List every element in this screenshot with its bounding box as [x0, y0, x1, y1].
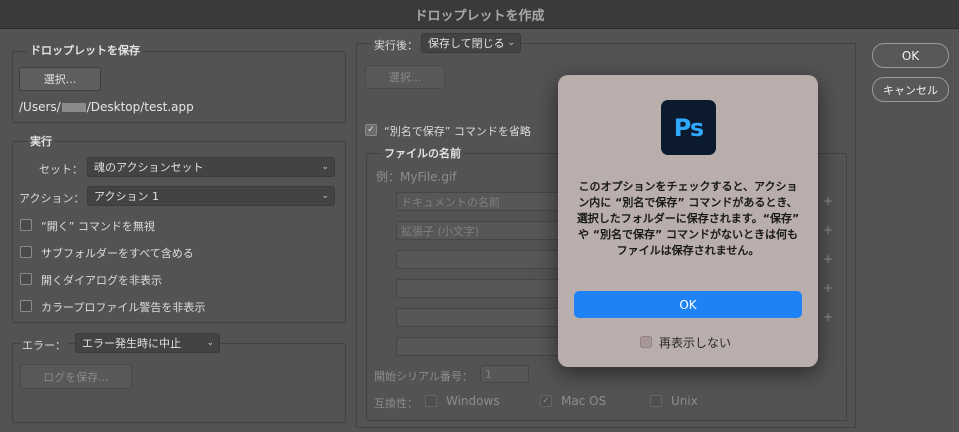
error-label: エラー： — [20, 337, 68, 353]
naming-field-3[interactable] — [396, 250, 560, 269]
after-run-select[interactable]: 保存して閉じる ⌄ — [421, 33, 521, 53]
file-naming-example: 例：MyFile.gif — [376, 170, 457, 184]
set-label: セット： — [39, 163, 83, 176]
suppress-color-warning-checkbox[interactable] — [20, 300, 32, 312]
action-select[interactable]: アクション 1 ⌄ — [87, 186, 335, 206]
alert-ok-button[interactable]: OK — [574, 291, 802, 318]
after-run-label: 実行後： — [372, 37, 420, 53]
compat-macos-label: Mac OS — [561, 394, 607, 408]
save-droplet-title: ドロップレットを保存 — [28, 42, 142, 58]
set-value: 魂のアクションセット — [94, 161, 204, 174]
ok-button[interactable]: OK — [872, 43, 949, 68]
serial-input[interactable]: 1 — [480, 365, 529, 383]
checkmark-icon: ✓ — [542, 396, 550, 406]
cancel-button[interactable]: キャンセル — [872, 77, 949, 102]
redacted-username — [61, 103, 86, 112]
compat-windows-checkbox[interactable] — [425, 395, 437, 407]
naming-field-6[interactable] — [396, 337, 560, 356]
photoshop-icon: Ps — [661, 100, 716, 155]
path-prefix: /Users/ — [19, 100, 61, 114]
override-save-as-label: “別名で保存” コマンドを省略 — [384, 125, 531, 138]
set-select[interactable]: 魂のアクションセット ⌄ — [87, 157, 335, 177]
compat-macos-checkbox[interactable]: ✓ — [540, 395, 552, 407]
checkmark-icon: ✓ — [367, 125, 375, 135]
compat-label: 互換性： — [374, 397, 418, 410]
window-titlebar: ドロップレットを作成 — [0, 0, 959, 29]
chevron-down-icon: ⌄ — [321, 191, 329, 201]
include-subfolders-label: サブフォルダーをすべて含める — [41, 247, 194, 260]
droplet-choose-button[interactable]: 選択... — [19, 67, 101, 91]
compat-unix-checkbox[interactable] — [650, 395, 662, 407]
naming-field-5[interactable] — [396, 308, 560, 327]
naming-field-4[interactable] — [396, 279, 560, 298]
after-run-value: 保存して閉じる — [428, 37, 505, 50]
droplet-path: /Users/ /Desktop/test.app — [19, 100, 194, 114]
suppress-open-dialog-label: 開くダイアログを非表示 — [41, 274, 162, 287]
save-log-button[interactable]: ログを保存... — [20, 364, 132, 389]
include-subfolders-checkbox[interactable] — [20, 246, 32, 258]
action-value: アクション 1 — [94, 190, 159, 203]
dont-show-again-label: 再表示しない — [659, 336, 732, 350]
override-save-as-checkbox[interactable]: ✓ — [365, 124, 377, 136]
serial-label: 開始シリアル番号： — [374, 370, 473, 383]
ignore-open-checkbox[interactable] — [20, 219, 32, 231]
error-select[interactable]: エラー発生時に中止 ⌄ — [75, 333, 220, 353]
run-group-title: 実行 — [28, 133, 54, 149]
plus-icon: + — [823, 194, 834, 208]
chevron-down-icon: ⌄ — [507, 38, 515, 48]
destination-choose-button[interactable]: 選択... — [365, 65, 445, 89]
info-alert: Ps このオプションをチェックすると、アクション内に “別名で保存” コマンドが… — [558, 75, 818, 367]
suppress-open-dialog-checkbox[interactable] — [20, 273, 32, 285]
plus-icon: + — [823, 281, 834, 295]
naming-field-2[interactable]: 拡張子 (小文字) — [396, 221, 560, 240]
plus-icon: + — [823, 252, 834, 266]
alert-message: このオプションをチェックすると、アクション内に “別名で保存” コマンドがあると… — [576, 180, 800, 257]
file-naming-title: ファイルの名前 — [382, 145, 463, 161]
compat-windows-label: Windows — [446, 394, 500, 408]
action-label: アクション： — [19, 192, 85, 205]
suppress-color-warning-label: カラープロファイル警告を非表示 — [41, 301, 206, 314]
chevron-down-icon: ⌄ — [321, 162, 329, 172]
plus-icon: + — [823, 310, 834, 324]
error-value: エラー発生時に中止 — [82, 337, 181, 350]
ignore-open-label: “開く” コマンドを無視 — [41, 220, 155, 233]
compat-unix-label: Unix — [671, 394, 698, 408]
chevron-down-icon: ⌄ — [206, 338, 214, 348]
plus-icon: + — [823, 223, 834, 237]
window-title: ドロップレットを作成 — [414, 8, 545, 24]
path-suffix: /Desktop/test.app — [86, 100, 194, 114]
naming-field-1[interactable]: ドキュメントの名前 — [396, 192, 560, 211]
dont-show-again-checkbox[interactable] — [640, 336, 652, 348]
